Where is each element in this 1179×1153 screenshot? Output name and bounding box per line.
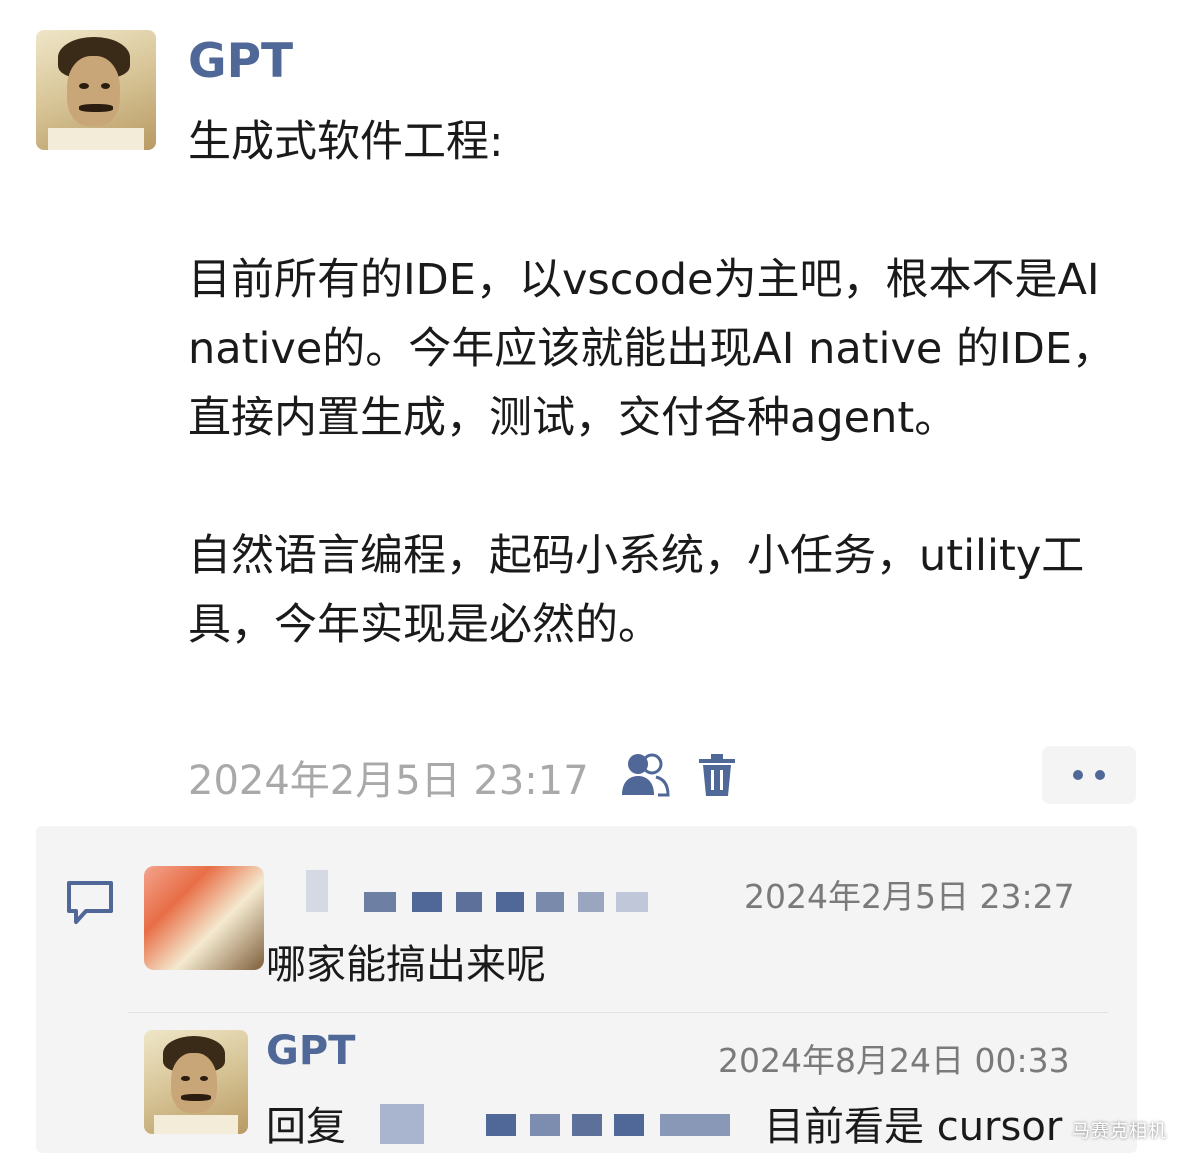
more-dots-icon[interactable] [1042, 746, 1136, 804]
comment-divider [128, 1012, 1108, 1013]
comment-text[interactable]: 哪家能搞出来呢 [266, 932, 546, 990]
reply-timestamp: 2024年8月24日 00:33 [718, 1041, 1070, 1080]
comment-timestamp: 2024年2月5日 23:27 [744, 877, 1075, 916]
author-avatar[interactable] [36, 30, 156, 150]
reply-author-name[interactable]: GPT [266, 1028, 355, 1074]
trash-icon[interactable] [695, 752, 739, 798]
commenter-avatar-pixelated[interactable] [144, 866, 264, 970]
post-content: 生成式软件工程: 目前所有的IDE，以vscode为主吧，根本不是AI nati… [188, 117, 1116, 650]
reply-text[interactable]: 目前看是 cursor [764, 1094, 1062, 1152]
reply-author-avatar[interactable] [144, 1030, 248, 1134]
post-timestamp: 2024年2月5日 23:17 [188, 758, 589, 804]
reply-prefix: 回复 [266, 1104, 346, 1150]
reply-target-name-pixelated[interactable] [360, 1100, 755, 1144]
comment-icon [66, 880, 114, 926]
watermark: 马赛克相机 [1072, 1121, 1167, 1142]
friends-icon[interactable] [620, 750, 670, 798]
commenter-name-pixelated[interactable] [300, 870, 650, 914]
post-author-name[interactable]: GPT [188, 34, 293, 89]
